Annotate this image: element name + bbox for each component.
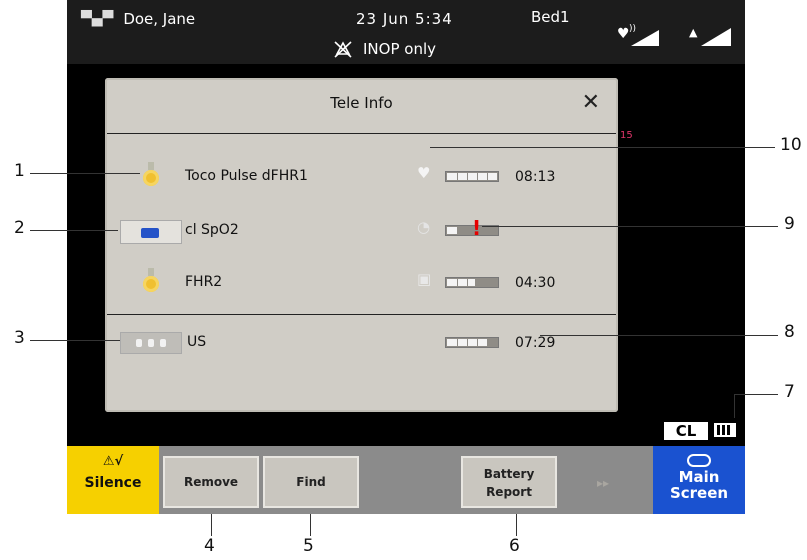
heart-signal-icon: ♥))	[617, 24, 659, 46]
monitor-screen: ▀▄▀ Doe, Jane 23 Jun 5:34 Bed1 INOP only…	[67, 0, 745, 514]
silence-label: Silence	[84, 475, 142, 491]
alarm-status[interactable]: INOP only	[333, 40, 436, 58]
callout-line-3	[30, 340, 120, 341]
patient-info[interactable]: ▀▄▀ Doe, Jane	[81, 10, 195, 28]
callout-10: 10	[780, 135, 802, 155]
list-item[interactable]: cl SpO2 ◔ !	[105, 216, 618, 246]
battery-report-button[interactable]: Battery Report	[461, 456, 557, 508]
callout-3: 3	[14, 328, 25, 348]
find-label: Find	[296, 475, 326, 489]
remove-label: Remove	[183, 475, 239, 489]
next-page-icon[interactable]: ▸▸	[597, 476, 609, 490]
main-screen-icon	[687, 454, 711, 467]
callout-line-9	[482, 226, 778, 227]
transducer-medal-icon	[143, 162, 159, 188]
callout-6: 6	[509, 536, 520, 556]
battery-bar	[445, 337, 499, 348]
spo2-device-icon	[120, 220, 182, 244]
close-icon[interactable]: ✕	[582, 90, 600, 115]
callout-line-10	[430, 147, 775, 148]
battery-bar	[445, 277, 499, 288]
device-name: Toco Pulse dFHR1	[185, 168, 308, 184]
battery-report-label-1: Battery	[483, 467, 535, 481]
battery-time: 07:29	[515, 335, 556, 351]
bed-label: Bed1	[531, 8, 570, 26]
list-item[interactable]: US 07:29	[105, 328, 618, 358]
network-signal-icon: ▲	[685, 26, 731, 46]
callout-line-7	[734, 394, 778, 395]
sensor-icon: ◔	[417, 218, 431, 236]
callout-1: 1	[14, 161, 25, 181]
main-screen-label-2: Screen	[669, 484, 729, 502]
tele-info-dialog: Tele Info ✕ 15 Toco Pulse dFHR1 ♥ 08:13 …	[105, 78, 633, 412]
cl-badge: CL	[663, 421, 709, 441]
section-divider	[107, 314, 616, 315]
battery-report-label-2: Report	[486, 485, 532, 499]
callout-5: 5	[303, 536, 314, 556]
callout-4: 4	[204, 536, 215, 556]
heart-icon: ♥	[417, 164, 431, 182]
battery-time: 08:13	[515, 169, 556, 185]
device-name: FHR2	[185, 274, 223, 290]
callout-7: 7	[784, 382, 795, 402]
main-screen-label-1: Main	[678, 468, 720, 486]
warning-icon: !	[472, 216, 482, 240]
tele-icon: ▣	[417, 270, 432, 288]
alarm-silence-icon: ⚠√	[102, 454, 124, 469]
transducer-medal-icon	[143, 268, 159, 294]
list-item[interactable]: FHR2 ▣ 04:30	[105, 268, 618, 298]
status-icons: ♥)) ▲	[617, 24, 731, 46]
callout-line-1	[30, 173, 140, 174]
battery-status-icon	[713, 422, 737, 438]
remove-button[interactable]: Remove	[163, 456, 259, 508]
callout-line-7b	[734, 394, 735, 418]
callout-9: 9	[784, 214, 795, 234]
callout-line-4	[211, 514, 212, 536]
patient-name: Doe, Jane	[123, 10, 196, 28]
date-time: 23 Jun 5:34	[356, 10, 453, 28]
callout-line-5	[310, 514, 311, 536]
battery-time: 04:30	[515, 275, 556, 291]
red-label: 15	[620, 130, 633, 141]
callout-line-2	[30, 230, 118, 231]
title-divider	[107, 133, 616, 134]
callout-line-8	[540, 335, 778, 336]
find-button[interactable]: Find	[263, 456, 359, 508]
callout-2: 2	[14, 218, 25, 238]
alarm-off-icon	[333, 40, 353, 58]
bed-icon: ▀▄▀	[81, 11, 114, 27]
main-screen-button[interactable]: Main Screen	[653, 446, 745, 514]
callout-line-6	[516, 514, 517, 536]
battery-bar	[445, 171, 499, 182]
device-name: US	[187, 334, 207, 350]
list-item[interactable]: Toco Pulse dFHR1 ♥ 08:13	[105, 162, 618, 192]
device-name: cl SpO2	[185, 222, 239, 238]
silence-button[interactable]: ⚠√ Silence	[67, 446, 159, 514]
alarm-status-label: INOP only	[363, 40, 436, 58]
dialog-title: Tele Info	[330, 94, 393, 112]
callout-8: 8	[784, 322, 795, 342]
header-bar: ▀▄▀ Doe, Jane 23 Jun 5:34 Bed1 INOP only…	[67, 0, 745, 64]
bottom-toolbar: ⚠√ Silence Remove Find Battery Report ▸▸…	[67, 446, 745, 514]
us-transducer-icon	[120, 332, 182, 354]
